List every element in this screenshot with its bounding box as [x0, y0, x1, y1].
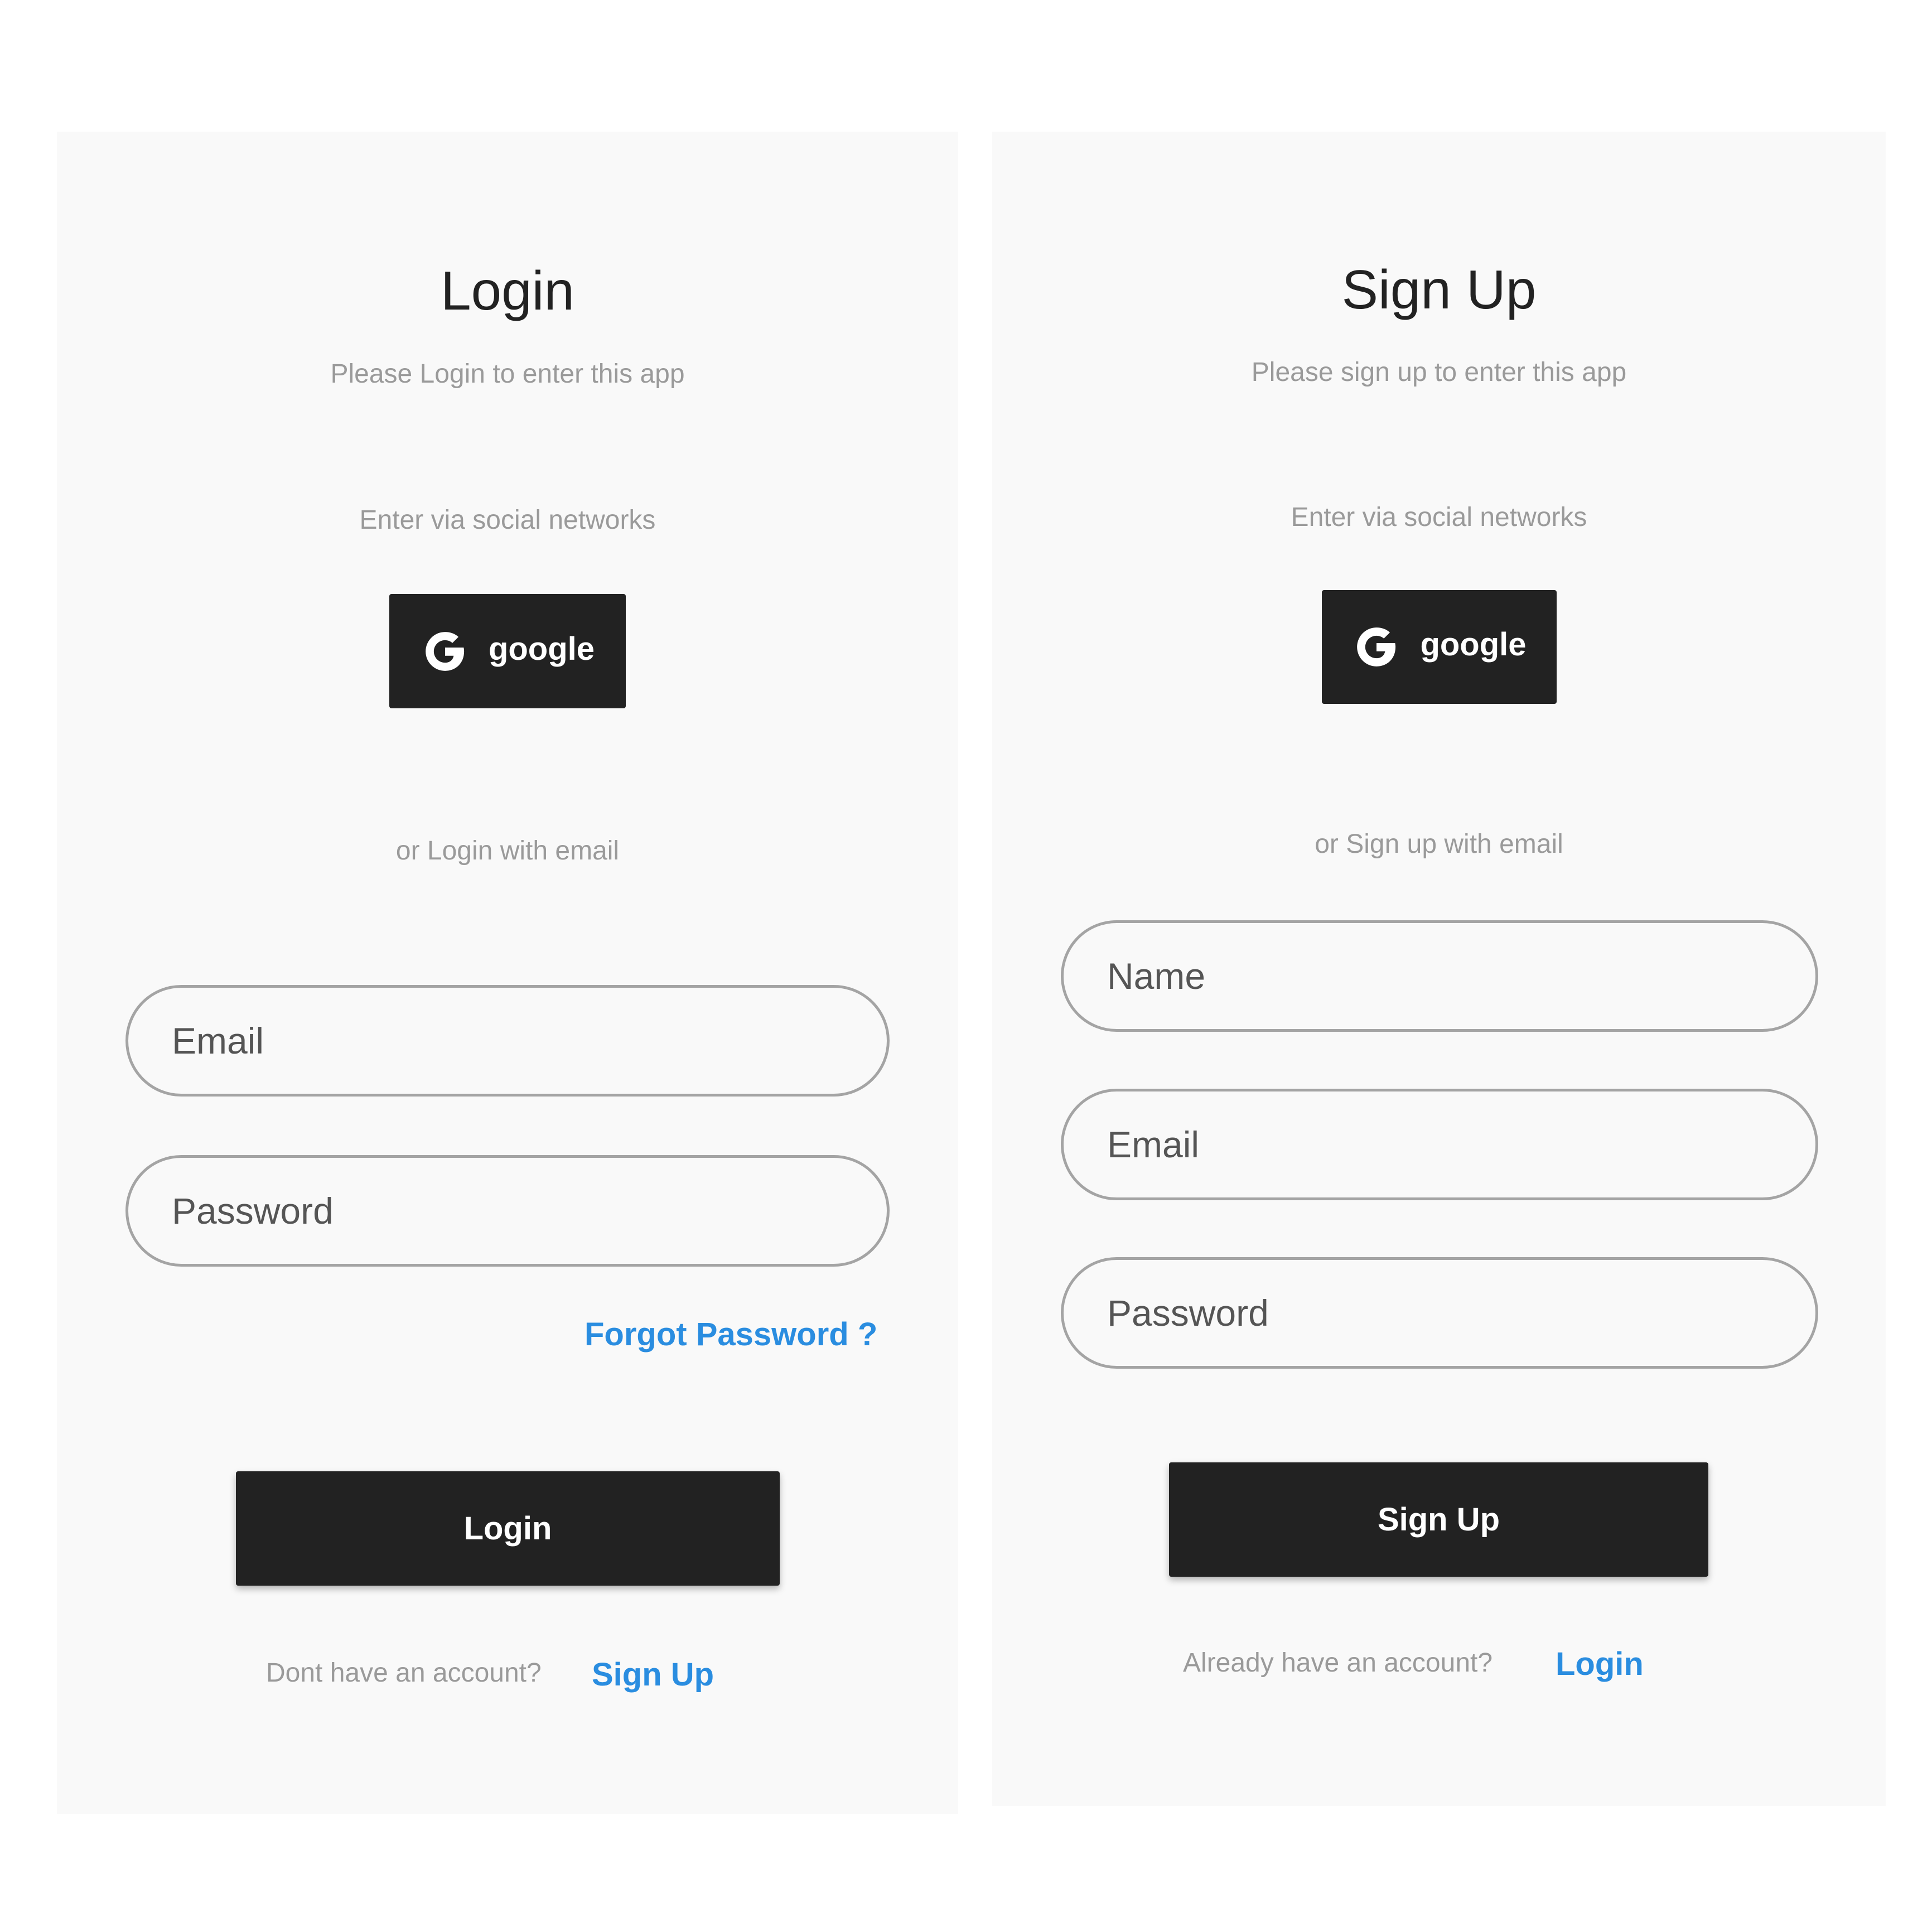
signup-password-input[interactable] — [1061, 1257, 1818, 1369]
signup-panel: Sign Up Please sign up to enter this app… — [992, 132, 1886, 1806]
signup-subtitle: Please sign up to enter this app — [1251, 358, 1627, 387]
login-subtitle: Please Login to enter this app — [330, 359, 685, 389]
signup-google-button[interactable]: google — [1322, 590, 1557, 704]
signup-title: Sign Up — [1341, 259, 1537, 320]
login-button[interactable]: Login — [236, 1471, 780, 1586]
login-google-button[interactable]: google — [389, 594, 626, 708]
signup-name-input[interactable] — [1061, 920, 1818, 1032]
signup-social-label: Enter via social networks — [1291, 503, 1587, 532]
signup-email-input[interactable] — [1061, 1089, 1818, 1200]
signup-google-label: google — [1420, 626, 1527, 663]
login-footer-text: Dont have an account? — [266, 1658, 542, 1688]
login-social-label: Enter via social networks — [359, 505, 656, 535]
signup-button[interactable]: Sign Up — [1169, 1462, 1708, 1577]
login-link[interactable]: Login — [1556, 1648, 1644, 1680]
login-email-input[interactable] — [125, 985, 890, 1097]
signup-link[interactable]: Sign Up — [592, 1659, 714, 1691]
forgot-password-link[interactable]: Forgot Password ? — [585, 1318, 877, 1351]
login-email-divider: or Login with email — [395, 836, 620, 866]
signup-footer-text: Already have an account? — [1183, 1648, 1493, 1678]
google-g-icon — [1357, 627, 1396, 666]
login-google-label: google — [488, 630, 595, 667]
login-password-input[interactable] — [125, 1155, 890, 1267]
login-panel: Login Please Login to enter this app Ent… — [57, 132, 958, 1814]
google-g-icon — [426, 631, 465, 671]
login-title: Login — [441, 260, 574, 321]
signup-email-divider: or Sign up with email — [1315, 829, 1563, 859]
